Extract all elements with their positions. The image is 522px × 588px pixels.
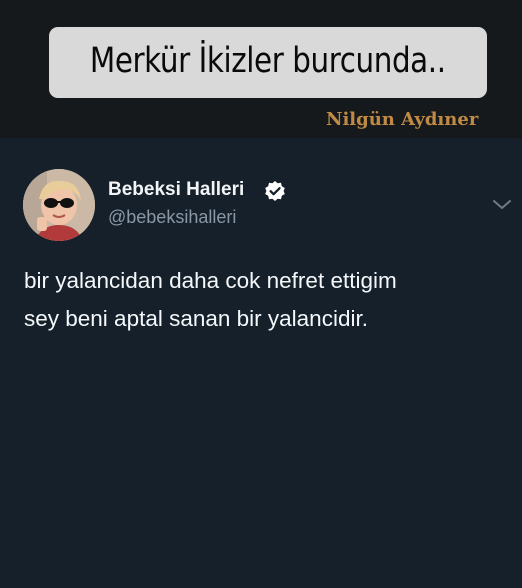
verified-badge-icon: [265, 181, 285, 201]
avatar-image: [23, 169, 95, 241]
chevron-down-icon[interactable]: [492, 199, 512, 211]
caption-banner: Merkür İkizler burcunda.. Nilgün Aydıner: [0, 0, 522, 138]
display-name[interactable]: Bebeksi Halleri: [108, 179, 244, 201]
avatar[interactable]: [23, 169, 95, 241]
handle[interactable]: @bebeksihalleri: [108, 207, 236, 228]
caption-text: Merkür İkizler burcunda..: [90, 40, 446, 81]
tweet-text: bir yalancidan daha cok nefret ettigim s…: [24, 268, 397, 331]
caption-box: Merkür İkizler burcunda..: [49, 27, 487, 98]
watermark-text: Nilgün Aydıner: [326, 109, 479, 130]
